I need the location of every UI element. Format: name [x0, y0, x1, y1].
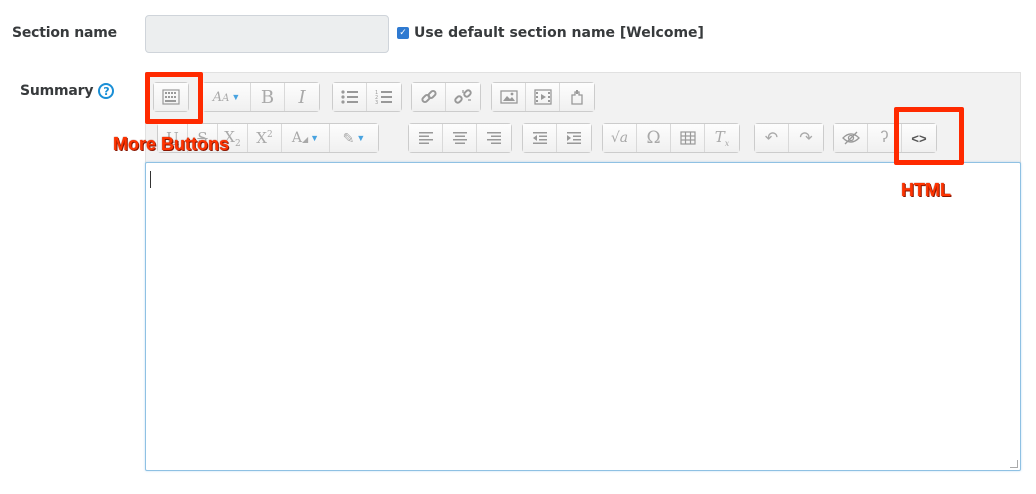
html-annotation: HTML [901, 180, 951, 200]
toolbar-group-media [491, 82, 595, 112]
clear-formatting-icon[interactable]: Tx [705, 124, 739, 152]
italic-icon[interactable]: I [285, 83, 319, 111]
toolbar-group-history: ↶ ↷ [754, 123, 824, 153]
indent-icon[interactable] [557, 124, 591, 152]
bold-icon[interactable]: B [251, 83, 285, 111]
toolbar-group-indent [522, 123, 592, 153]
unlink-icon[interactable] [446, 83, 480, 111]
table-icon[interactable] [671, 124, 705, 152]
help-icon[interactable]: ? [98, 83, 115, 99]
toolbar-group-links [411, 82, 481, 112]
manage-files-icon[interactable] [560, 83, 594, 111]
svg-text:3: 3 [375, 100, 378, 105]
font-color-icon[interactable]: A◢ ▼ [282, 124, 330, 152]
html-highlight [894, 107, 964, 165]
align-center-icon[interactable] [443, 124, 477, 152]
outdent-icon[interactable] [523, 124, 557, 152]
undo-icon[interactable]: ↶ [755, 124, 789, 152]
superscript-icon[interactable]: X2 [248, 124, 282, 152]
unordered-list-icon[interactable] [333, 83, 367, 111]
use-default-name-label: Use default section name [Welcome] [414, 25, 704, 41]
checkbox-checked-icon[interactable]: ✓ [397, 27, 409, 39]
background-color-icon[interactable]: ✎ ▼ [330, 124, 378, 152]
image-icon[interactable] [492, 83, 526, 111]
align-left-icon[interactable] [409, 124, 443, 152]
equation-icon[interactable]: √a [603, 124, 637, 152]
use-default-name-checkbox[interactable]: ✓ Use default section name [Welcome] [397, 25, 704, 41]
redo-icon[interactable]: ↷ [789, 124, 823, 152]
summary-editor[interactable] [145, 162, 1021, 471]
text-cursor [150, 171, 151, 188]
toolbar-group-align [408, 123, 512, 153]
media-icon[interactable] [526, 83, 560, 111]
toolbar-group-insert: √a Ω Tx [602, 123, 740, 153]
more-buttons-annotation: More Buttons [113, 134, 229, 154]
accessibility-checker-icon[interactable] [834, 124, 868, 152]
link-icon[interactable] [412, 83, 446, 111]
ordered-list-icon[interactable]: 123 [367, 83, 401, 111]
resize-handle[interactable] [1010, 460, 1018, 468]
toolbar-group-lists: 123 [332, 82, 402, 112]
toolbar-group-font: AA ▼ B I [202, 82, 320, 112]
more-buttons-highlight [145, 72, 203, 124]
special-character-icon[interactable]: Ω [637, 124, 671, 152]
align-right-icon[interactable] [477, 124, 511, 152]
editor-toolbar: AA ▼ B I 123 U S X2 X2 A◢ ▼ ✎ ▼ √a Ω Tx … [145, 72, 1021, 164]
section-name-input[interactable] [145, 15, 389, 53]
summary-label-row: Summary ? [20, 83, 115, 99]
summary-label: Summary [20, 83, 94, 99]
font-style-dropdown-icon[interactable]: AA ▼ [203, 83, 251, 111]
section-name-label: Section name [12, 25, 117, 41]
